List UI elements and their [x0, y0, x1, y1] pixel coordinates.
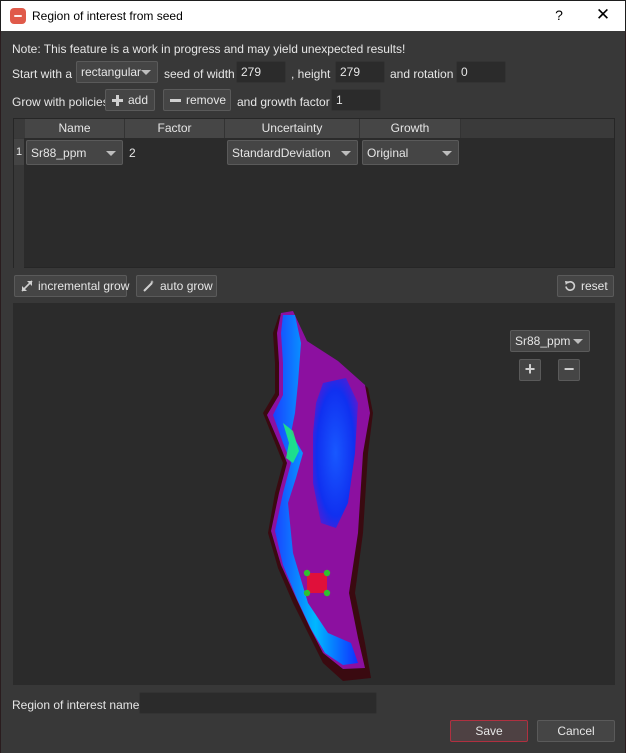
add-label: add — [128, 93, 149, 107]
column-header-name[interactable]: Name — [25, 119, 125, 138]
reset-button[interactable]: reset — [557, 275, 614, 297]
app-icon — [10, 8, 26, 24]
reset-label: reset — [581, 279, 608, 293]
rotation-label: and rotation — [390, 67, 454, 81]
image-viewer[interactable]: Sr88_ppm + − — [13, 303, 615, 685]
seed-height-input[interactable] — [335, 61, 385, 83]
rotation-input[interactable] — [456, 61, 506, 83]
seed-shape-combo[interactable]: rectangular — [76, 61, 158, 83]
seed-width-input[interactable] — [236, 61, 286, 83]
wip-note: Note: This feature is a work in progress… — [12, 42, 406, 56]
incremental-grow-label: incremental grow — [38, 279, 130, 293]
minus-icon — [170, 94, 181, 106]
column-header-factor[interactable]: Factor — [125, 119, 225, 138]
chevron-down-icon — [341, 151, 351, 156]
chevron-down-icon — [141, 70, 151, 75]
cancel-button[interactable]: Cancel — [537, 720, 615, 742]
plus-icon — [112, 94, 123, 106]
seed-handle-br[interactable] — [323, 589, 331, 597]
help-button[interactable]: ? — [549, 7, 569, 27]
column-header-uncertainty[interactable]: Uncertainty — [225, 119, 360, 138]
chevron-down-icon — [573, 339, 583, 344]
growth-factor-input[interactable] — [331, 89, 381, 111]
add-policy-button[interactable]: add — [105, 89, 155, 111]
close-button[interactable]: ✕ — [592, 5, 614, 27]
roi-name-input[interactable] — [139, 692, 377, 714]
channel-combo[interactable]: Sr88_ppm — [510, 330, 590, 352]
remove-label: remove — [186, 93, 227, 107]
policy-name-combo[interactable]: Sr88_ppm — [26, 140, 123, 165]
column-header-growth[interactable]: Growth — [360, 119, 461, 138]
start-with-label: Start with a — [12, 67, 73, 81]
policy-name-value: Sr88_ppm — [31, 146, 87, 160]
policy-factor-cell[interactable]: 2 — [129, 146, 136, 160]
expand-arrows-icon — [21, 280, 33, 292]
dialog-body: Note: This feature is a work in progress… — [0, 31, 626, 753]
chevron-down-icon — [442, 151, 452, 156]
seed-handle-tr[interactable] — [323, 569, 331, 577]
policy-uncertainty-combo[interactable]: StandardDeviation — [227, 140, 358, 165]
chevron-down-icon — [106, 151, 116, 156]
roi-name-label: Region of interest name: — [12, 698, 143, 712]
policies-table: Name Factor Uncertainty Growth 1 Sr88_pp… — [13, 118, 615, 269]
reset-icon — [564, 280, 576, 292]
policy-growth-value: Original — [367, 146, 409, 160]
policy-growth-combo[interactable]: Original — [362, 140, 459, 165]
seed-shape-value: rectangular — [81, 65, 142, 79]
incremental-grow-button[interactable]: incremental grow — [14, 275, 130, 297]
magic-wand-icon — [143, 280, 155, 292]
channel-value: Sr88_ppm — [515, 334, 571, 348]
auto-grow-label: auto grow — [160, 279, 213, 293]
policy-uncertainty-value: StandardDeviation — [232, 146, 331, 160]
remove-policy-button[interactable]: remove — [163, 89, 231, 111]
auto-grow-button[interactable]: auto grow — [136, 275, 217, 297]
title-bar: Region of interest from seed ? ✕ — [0, 0, 626, 31]
window-title: Region of interest from seed — [32, 9, 183, 23]
zoom-in-button[interactable]: + — [519, 359, 541, 381]
seed-width-label: seed of width — [164, 67, 235, 81]
seed-rect — [307, 573, 327, 593]
seed-handle-bl[interactable] — [303, 589, 311, 597]
table-header: Name Factor Uncertainty Growth — [14, 119, 614, 138]
grow-policies-label: Grow with policies — [12, 95, 109, 109]
save-button[interactable]: Save — [450, 720, 528, 742]
row-header-1[interactable]: 1 — [14, 139, 24, 165]
seed-height-label: , height — [291, 67, 331, 81]
growth-factor-label: and growth factor — [237, 95, 330, 109]
seed-handle-tl[interactable] — [303, 569, 311, 577]
zoom-out-button[interactable]: − — [558, 359, 580, 381]
